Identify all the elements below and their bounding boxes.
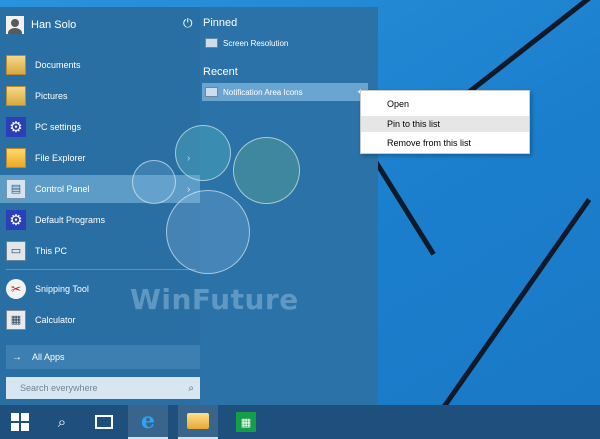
decorative-bubble: [175, 125, 231, 181]
menu-item-pictures[interactable]: Pictures: [0, 82, 200, 110]
menu-item-label: This PC: [35, 246, 68, 256]
menu-item-pc-settings[interactable]: ⚙ PC settings: [0, 113, 200, 141]
task-view-icon: [95, 415, 113, 429]
task-view-button[interactable]: [84, 405, 124, 439]
all-apps-button[interactable]: → All Apps: [6, 345, 200, 369]
menu-item-label: PC settings: [35, 122, 82, 132]
menu-item-label: Snipping Tool: [35, 284, 89, 294]
power-icon[interactable]: ⏻: [183, 16, 193, 31]
menu-item-documents[interactable]: Documents: [0, 51, 200, 79]
pinned-section-title: Pinned: [203, 17, 238, 29]
search-icon: ⌕: [188, 382, 194, 394]
context-menu-pin-to-list[interactable]: Pin to this list: [361, 116, 529, 132]
start-button[interactable]: [0, 405, 40, 439]
screen-resolution-icon: [205, 38, 218, 48]
start-menu: Han Solo Documents Pictures ⚙ PC setting…: [0, 7, 378, 405]
decorative-bubble: [166, 190, 250, 274]
menu-item-label: Default Programs: [35, 215, 106, 225]
windows-logo-icon: [11, 413, 29, 431]
calculator-icon: ▦: [6, 310, 26, 330]
documents-icon: [6, 55, 26, 75]
context-menu-remove-from-list[interactable]: Remove from this list: [361, 135, 529, 151]
search-input[interactable]: Search everywhere ⌕: [6, 377, 200, 399]
wallpaper-stripe: [367, 151, 436, 256]
pinned-item-label: Screen Resolution: [223, 38, 289, 48]
folder-icon: [187, 413, 209, 429]
internet-explorer-icon: e: [141, 408, 155, 434]
avatar: [6, 16, 24, 34]
user-account[interactable]: Han Solo: [6, 15, 76, 35]
default-programs-icon: ⚙: [6, 210, 26, 230]
taskbar-search-button[interactable]: ⌕: [42, 405, 82, 439]
decorative-bubble: [132, 160, 176, 204]
menu-item-label: Documents: [35, 60, 81, 70]
wallpaper-stripe: [437, 198, 592, 414]
search-placeholder: Search everywhere: [20, 383, 98, 393]
notification-area-icon: [205, 87, 218, 97]
all-apps-label: All Apps: [32, 352, 65, 362]
menu-item-label: Calculator: [35, 315, 76, 325]
menu-item-label: Control Panel: [35, 184, 90, 194]
recent-item-notification-area-icons[interactable]: Notification Area Icons ✦: [202, 83, 368, 101]
gear-icon: ⚙: [6, 117, 26, 137]
file-explorer-taskbar-button[interactable]: [178, 405, 218, 439]
context-menu-open[interactable]: Open: [361, 96, 529, 112]
pinned-item-screen-resolution[interactable]: Screen Resolution: [202, 34, 368, 52]
internet-explorer-button[interactable]: e: [128, 405, 168, 439]
menu-item-label: File Explorer: [35, 153, 86, 163]
recent-section-title: Recent: [203, 66, 238, 78]
this-pc-icon: ▭: [6, 241, 26, 261]
recent-item-label: Notification Area Icons: [223, 87, 303, 97]
store-icon: ▦: [236, 412, 256, 432]
arrow-right-icon: →: [12, 351, 22, 363]
file-explorer-icon: [6, 148, 26, 168]
decorative-bubble: [233, 137, 300, 204]
pictures-icon: [6, 86, 26, 106]
menu-item-label: Pictures: [35, 91, 68, 101]
control-panel-icon: ▤: [6, 179, 26, 199]
taskbar: ⌕ e ▦: [0, 405, 600, 439]
menu-divider: [6, 269, 196, 270]
search-icon: ⌕: [57, 413, 67, 431]
user-name: Han Solo: [31, 19, 77, 31]
context-menu: Open Pin to this list Remove from this l…: [360, 90, 530, 154]
scissors-icon: ✂: [6, 279, 26, 299]
watermark: WinFuture: [130, 283, 299, 316]
store-button[interactable]: ▦: [226, 405, 266, 439]
start-menu-left-column: Han Solo Documents Pictures ⚙ PC setting…: [0, 7, 200, 405]
